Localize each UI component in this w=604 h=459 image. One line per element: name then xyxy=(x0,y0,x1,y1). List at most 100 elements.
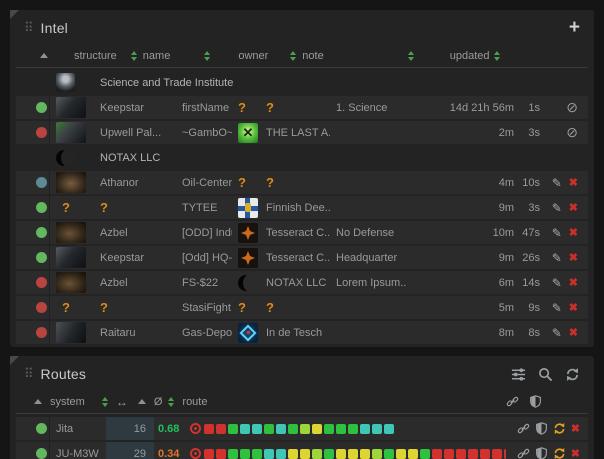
shield-icon[interactable] xyxy=(535,422,548,435)
sort-both-icon[interactable] xyxy=(204,51,210,61)
delete-icon[interactable]: ✖ xyxy=(569,176,578,189)
structure-type: Upwell Pal... xyxy=(94,121,176,144)
owner-logo-the-last-alliance xyxy=(238,123,258,143)
delete-icon[interactable]: ✖ xyxy=(571,422,580,435)
sort-asc-icon[interactable] xyxy=(138,399,146,404)
intel-structure-row[interactable]: Azbel FS-$22 NOTAX LLC Lorem Ipsum... 6m… xyxy=(16,271,588,294)
search-icon[interactable] xyxy=(538,367,553,382)
delete-icon[interactable]: ✖ xyxy=(569,301,578,314)
status-dot xyxy=(36,252,47,263)
sort-both-icon[interactable] xyxy=(131,51,137,61)
owner-logo-finnish xyxy=(238,198,258,218)
corp-logo-science-and-trade-institute xyxy=(56,73,75,92)
add-intel-button[interactable]: + xyxy=(569,21,580,35)
col-structure[interactable]: structure xyxy=(74,50,117,62)
route-row[interactable]: JU-M3W 29 0.34 ✖ xyxy=(16,442,588,459)
sort-both-icon[interactable] xyxy=(408,51,414,61)
col-jumps[interactable]: ↔ xyxy=(116,395,128,409)
unknown-owner-icon: ? xyxy=(238,100,246,115)
edit-icon[interactable]: ✎ xyxy=(552,176,562,190)
group-label: Science and Trade Institute xyxy=(94,77,588,89)
link-icon[interactable] xyxy=(506,395,519,408)
edit-icon[interactable]: ✎ xyxy=(552,326,562,340)
updated-time: 6m xyxy=(406,271,518,294)
delete-icon[interactable]: ✖ xyxy=(569,226,578,239)
ban-icon[interactable]: ⊘ xyxy=(566,124,578,141)
col-avg-security[interactable]: Ø xyxy=(154,396,163,408)
edit-icon[interactable]: ✎ xyxy=(552,226,562,240)
intel-structure-row[interactable]: Upwell Pal... ~GambO~ THE LAST A... 2m 3… xyxy=(16,121,588,144)
intel-group-row: Science and Trade Institute xyxy=(16,71,588,94)
owner-name: ? xyxy=(260,296,330,319)
col-system[interactable]: system xyxy=(50,396,85,408)
delete-icon[interactable]: ✖ xyxy=(569,251,578,264)
refresh-icon[interactable] xyxy=(553,447,566,459)
col-route[interactable]: route xyxy=(182,396,207,408)
unknown-structure-icon: ? xyxy=(62,200,70,215)
structure-type: Azbel xyxy=(94,271,176,294)
col-owner[interactable]: owner xyxy=(238,50,268,62)
updated-seconds: 26s xyxy=(518,246,544,269)
owner-name: In de Tesch xyxy=(260,321,330,344)
sort-both-icon[interactable] xyxy=(102,397,108,407)
shield-icon[interactable] xyxy=(529,395,542,408)
link-icon[interactable] xyxy=(517,422,530,435)
sort-asc-icon[interactable] xyxy=(40,53,48,58)
routes-panel: ⠿ Routes system ↔ Ø route xyxy=(10,356,594,459)
refresh-icon[interactable] xyxy=(553,422,566,435)
structure-image-keepstar xyxy=(56,247,86,268)
intel-structure-row[interactable]: Raitaru Gas-Depot In de Tesch 8m 8s ✎✖ xyxy=(16,321,588,344)
route-systems xyxy=(190,423,506,434)
updated-seconds: 8s xyxy=(518,321,544,344)
updated-seconds: 9s xyxy=(518,296,544,319)
status-dot xyxy=(36,102,47,113)
edit-icon[interactable]: ✎ xyxy=(552,276,562,290)
route-origin-icon xyxy=(190,448,201,459)
shield-icon[interactable] xyxy=(535,447,548,459)
edit-icon[interactable]: ✎ xyxy=(552,251,562,265)
owner-name: Tesseract C... xyxy=(260,221,330,244)
structure-type: Azbel xyxy=(94,221,176,244)
refresh-icon[interactable] xyxy=(565,367,580,382)
edit-icon[interactable]: ✎ xyxy=(552,201,562,215)
intel-structure-row[interactable]: Keepstar firstName ? ? 1. Science 14d 21… xyxy=(16,96,588,119)
intel-structure-row[interactable]: ? ? StasiFight ? ? 5m 9s ✎✖ xyxy=(16,296,588,319)
structure-name: Gas-Depot xyxy=(176,321,232,344)
sort-both-icon[interactable] xyxy=(168,397,174,407)
sliders-icon[interactable] xyxy=(511,367,526,382)
sort-asc-icon[interactable] xyxy=(34,399,42,404)
delete-icon[interactable]: ✖ xyxy=(569,276,578,289)
updated-seconds: 47s xyxy=(518,221,544,244)
sort-both-icon[interactable] xyxy=(290,51,296,61)
link-icon[interactable] xyxy=(517,447,530,459)
structure-type: Keepstar xyxy=(94,96,176,119)
col-updated[interactable]: updated xyxy=(450,50,490,62)
delete-icon[interactable]: ✖ xyxy=(571,447,580,459)
delete-icon[interactable]: ✖ xyxy=(569,201,578,214)
col-note[interactable]: note xyxy=(302,50,323,62)
drag-handle-icon[interactable]: ⠿ xyxy=(24,20,34,36)
route-system-name: Jita xyxy=(50,417,106,440)
intel-structure-row[interactable]: Azbel [ODD] Indu2 Tesseract C... No Defe… xyxy=(16,221,588,244)
sort-both-icon[interactable] xyxy=(494,51,500,61)
note: Headquarter xyxy=(330,246,406,269)
structure-image-raitaru xyxy=(56,322,86,343)
structure-image-azbel xyxy=(56,272,86,293)
col-name[interactable]: name xyxy=(143,50,171,62)
drag-handle-icon[interactable]: ⠿ xyxy=(24,366,34,382)
delete-icon[interactable]: ✖ xyxy=(569,326,578,339)
edit-icon[interactable]: ✎ xyxy=(552,301,562,315)
owner-logo-tesseract xyxy=(238,223,258,243)
intel-structure-row[interactable]: Athanor Oil-Center ? ? 4m 10s ✎✖ xyxy=(16,171,588,194)
updated-seconds: 10s xyxy=(518,171,544,194)
route-row[interactable]: Jita 16 0.68 ✖ xyxy=(16,417,588,440)
unknown-owner-icon: ? xyxy=(238,300,246,315)
updated-time: 8m xyxy=(406,321,518,344)
route-jump-count: 29 xyxy=(106,442,154,459)
routes-table-header: system ↔ Ø route xyxy=(16,390,588,414)
structure-name: Oil-Center xyxy=(176,171,232,194)
intel-structure-row[interactable]: Keepstar [Odd] HQ-One Tesseract C... Hea… xyxy=(16,246,588,269)
intel-structure-row[interactable]: ? ? TYTEE Finnish Dee... 9m 3s ✎✖ xyxy=(16,196,588,219)
ban-icon[interactable]: ⊘ xyxy=(566,99,578,116)
structure-name: firstName xyxy=(176,96,232,119)
